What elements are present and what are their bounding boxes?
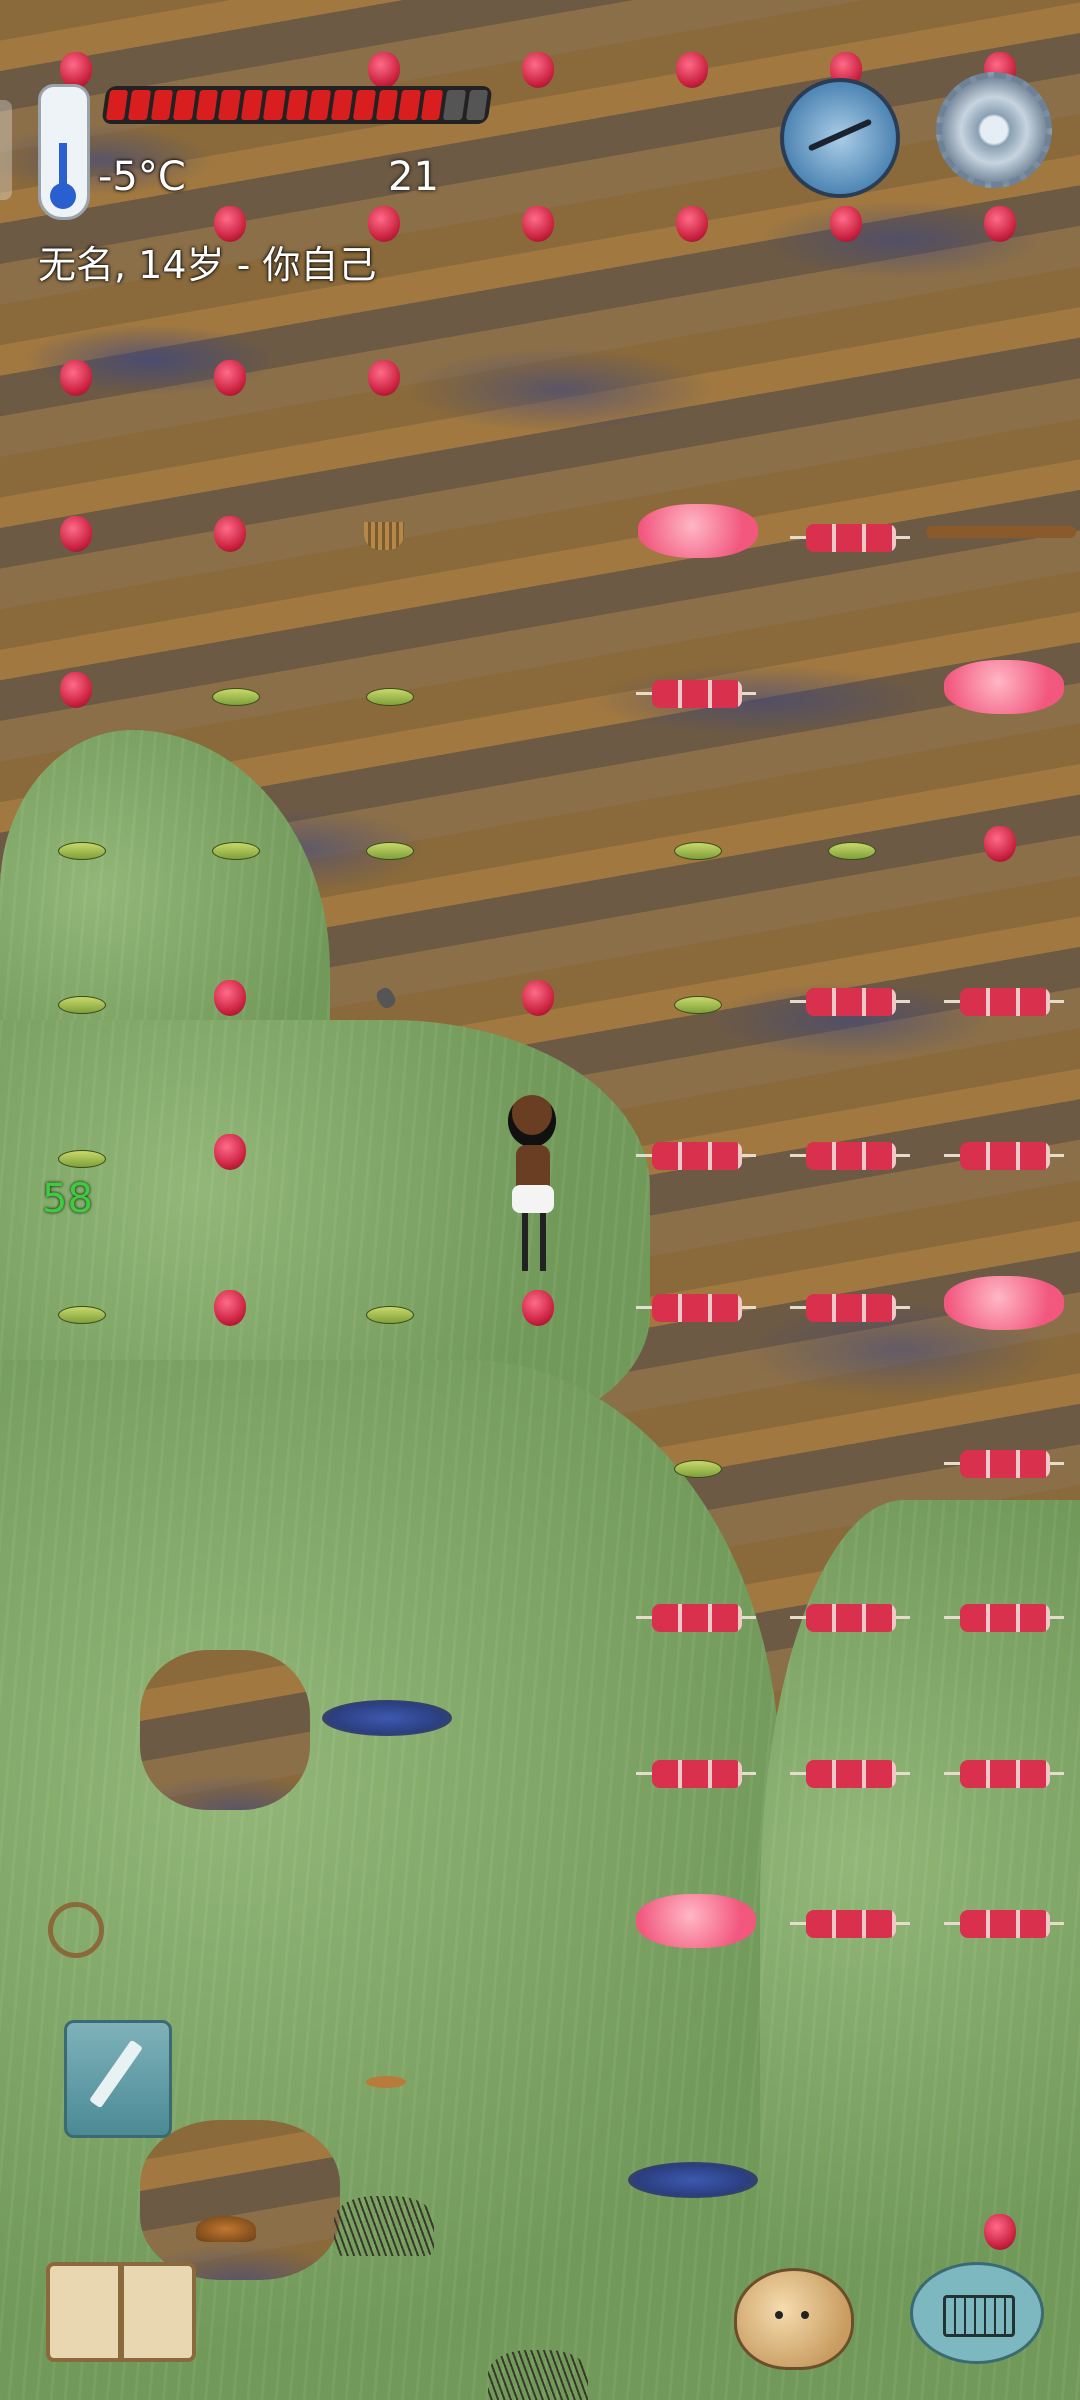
seed-pod[interactable] (674, 996, 722, 1014)
pencil-glyph (89, 2039, 143, 2109)
berry-bush[interactable] (214, 1134, 246, 1170)
player-character[interactable] (500, 1095, 570, 1275)
compass-needle (807, 118, 873, 152)
seed-pod[interactable] (366, 688, 414, 706)
dirt-pile[interactable] (196, 2216, 256, 2242)
berry-bush[interactable] (522, 1290, 554, 1326)
wild-boar[interactable] (638, 504, 758, 558)
meat-skewer[interactable] (636, 1290, 756, 1324)
berry-bush[interactable] (522, 206, 554, 242)
berry-bush[interactable] (60, 672, 92, 708)
meat-skewer[interactable] (944, 1906, 1064, 1940)
berry-bush[interactable] (984, 206, 1016, 242)
berry-bush[interactable] (522, 980, 554, 1016)
basket[interactable] (364, 522, 404, 550)
berry-bush[interactable] (676, 52, 708, 88)
berry-bush[interactable] (984, 2214, 1016, 2250)
seed-pod[interactable] (674, 1460, 722, 1478)
meat-skewer[interactable] (790, 1906, 910, 1940)
stone-pebble[interactable] (366, 2076, 406, 2088)
seed-pod[interactable] (674, 842, 722, 860)
keyboard-glyph (943, 2295, 1015, 2337)
meat-skewer[interactable] (636, 1138, 756, 1172)
berry-bush[interactable] (214, 516, 246, 552)
seed-pod[interactable] (58, 1306, 106, 1324)
berry-bush[interactable] (368, 206, 400, 242)
meat-skewer[interactable] (790, 520, 910, 554)
side-drawer-handle[interactable] (0, 100, 12, 200)
meat-skewer[interactable] (790, 1756, 910, 1790)
berry-bush[interactable] (214, 980, 246, 1016)
potato-eye (801, 2311, 809, 2319)
meat-skewer[interactable] (944, 1600, 1064, 1634)
berry-bush[interactable] (522, 52, 554, 88)
dry-grass-tuft[interactable] (488, 2350, 588, 2400)
water-pond[interactable] (322, 1700, 452, 1736)
meat-skewer[interactable] (944, 1138, 1064, 1172)
meat-skewer[interactable] (790, 1290, 910, 1324)
berry-bush[interactable] (676, 206, 708, 242)
dry-grass-tuft[interactable] (334, 2196, 434, 2256)
rope-coil[interactable] (48, 1902, 104, 1958)
dirt-patch (140, 2120, 340, 2280)
meat-skewer[interactable] (790, 984, 910, 1018)
meat-skewer[interactable] (944, 1756, 1064, 1790)
wild-boar[interactable] (636, 1894, 756, 1948)
meat-skewer[interactable] (790, 1138, 910, 1172)
player-leg (540, 1213, 546, 1271)
berry-bush[interactable] (368, 360, 400, 396)
pencil-icon[interactable] (64, 2020, 172, 2138)
seed-pod[interactable] (58, 1150, 106, 1168)
berry-bush[interactable] (214, 206, 246, 242)
player-head (508, 1095, 556, 1147)
dirt-patch (140, 1650, 310, 1810)
meat-skewer[interactable] (944, 984, 1064, 1018)
berry-bush[interactable] (60, 516, 92, 552)
seed-pod[interactable] (366, 1306, 414, 1324)
wild-boar[interactable] (944, 660, 1064, 714)
berry-bush[interactable] (830, 206, 862, 242)
potato-icon[interactable] (734, 2268, 854, 2370)
berry-bush[interactable] (60, 52, 92, 88)
meat-skewer[interactable] (636, 1756, 756, 1790)
meat-skewer[interactable] (944, 1446, 1064, 1480)
meat-skewer[interactable] (636, 676, 756, 710)
berry-bush[interactable] (368, 52, 400, 88)
long-stick[interactable] (926, 526, 1076, 538)
berry-bush[interactable] (214, 1290, 246, 1326)
book-icon[interactable] (46, 2262, 196, 2362)
keyboard-icon[interactable] (910, 2262, 1044, 2364)
seed-pod[interactable] (828, 842, 876, 860)
player-diaper (512, 1185, 554, 1213)
wild-boar[interactable] (944, 1276, 1064, 1330)
water-pond[interactable] (628, 2162, 758, 2198)
seed-pod[interactable] (366, 842, 414, 860)
berry-bush[interactable] (60, 360, 92, 396)
seed-pod[interactable] (212, 688, 260, 706)
seed-pod[interactable] (212, 842, 260, 860)
compass-icon[interactable] (780, 78, 900, 198)
berry-bush[interactable] (984, 826, 1016, 862)
grass-area (760, 1500, 1080, 2400)
seed-pod[interactable] (58, 842, 106, 860)
potato-eye (775, 2311, 783, 2319)
player-leg (522, 1213, 528, 1271)
gear-icon[interactable] (936, 72, 1052, 188)
meat-skewer[interactable] (790, 1600, 910, 1634)
meat-skewer[interactable] (636, 1600, 756, 1634)
berry-bush[interactable] (214, 360, 246, 396)
seed-pod[interactable] (58, 996, 106, 1014)
